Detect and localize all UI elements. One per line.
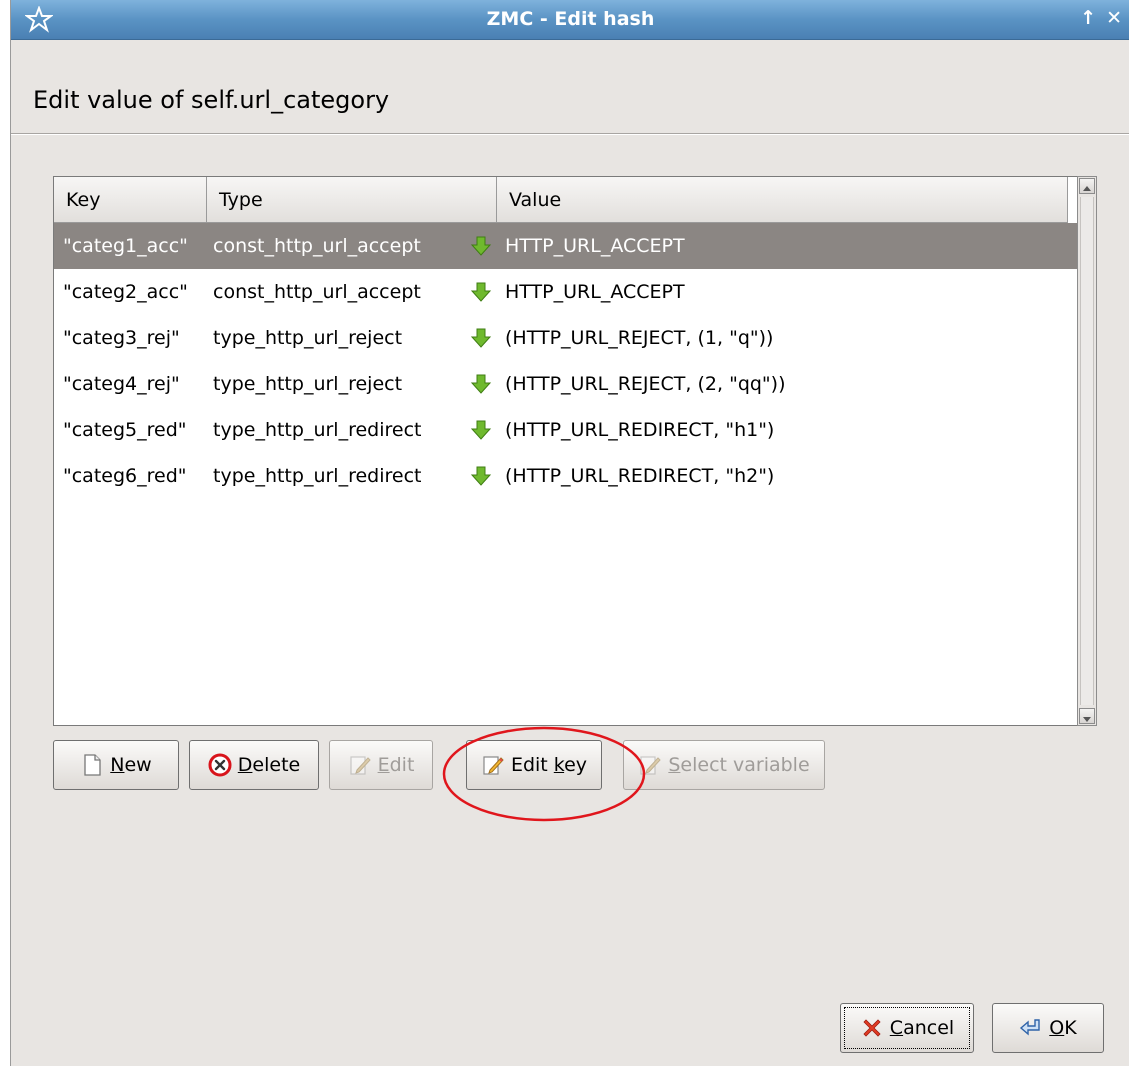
type-cell: const_http_url_accept: [213, 281, 421, 303]
key-cell: "categ5_red": [63, 419, 187, 441]
table-row[interactable]: "categ2_acc" const_http_url_accept HTTP_UR…: [54, 269, 1078, 315]
table-row[interactable]: "categ6_red" type_http_url_redirect (HTTP_…: [54, 453, 1078, 499]
restore-icon[interactable]: ↑: [1080, 7, 1096, 29]
edit-hash-dialog: ZMC - Edit hash ↑ ✕ Edit value of self.u…: [10, 0, 1129, 1066]
value-cell: HTTP_URL_ACCEPT: [505, 235, 685, 257]
value-cell: (HTTP_URL_REJECT, (2, "qq")): [505, 373, 786, 395]
title-bar[interactable]: ZMC - Edit hash ↑ ✕: [11, 0, 1129, 40]
green-down-arrow-icon[interactable]: [465, 235, 497, 257]
table-row[interactable]: "categ4_rej" type_http_url_reject (HTTP_UR…: [54, 361, 1078, 407]
scroll-down-icon: [1083, 717, 1091, 722]
key-cell: "categ6_red": [63, 465, 187, 487]
type-cell: const_http_url_accept: [213, 235, 421, 257]
green-down-arrow-icon[interactable]: [465, 281, 497, 303]
column-header-key[interactable]: Key: [54, 177, 207, 223]
delete-circle-icon: [208, 753, 232, 777]
dialog-heading: Edit value of self.url_category: [33, 86, 390, 114]
table-header: Key Type Value: [54, 177, 1078, 223]
scroll-track[interactable]: [1080, 197, 1094, 705]
type-cell: type_http_url_redirect: [213, 419, 422, 441]
table-row[interactable]: "categ5_red" type_http_url_redirect (HTTP_…: [54, 407, 1078, 453]
key-cell: "categ2_acc": [63, 281, 188, 303]
scroll-up-icon: [1083, 186, 1091, 191]
key-cell: "categ1_acc": [63, 235, 188, 257]
delete-button[interactable]: Delete: [189, 740, 319, 790]
key-cell: "categ3_rej": [63, 327, 180, 349]
type-cell: type_http_url_reject: [213, 373, 403, 395]
column-header-type[interactable]: Type: [207, 177, 497, 223]
window-title: ZMC - Edit hash: [486, 8, 655, 30]
select-variable-button[interactable]: Select variable: [623, 740, 825, 790]
new-button[interactable]: New: [53, 740, 179, 790]
table-row[interactable]: "categ1_acc" const_http_url_accept HTTP_UR…: [54, 223, 1078, 269]
table-row[interactable]: "categ3_rej" type_http_url_reject (HTTP_UR…: [54, 315, 1078, 361]
pencil-icon: [349, 756, 371, 775]
cancel-button[interactable]: Cancel: [840, 1003, 974, 1053]
green-down-arrow-icon[interactable]: [465, 327, 497, 349]
separator: [11, 133, 1129, 135]
green-down-arrow-icon[interactable]: [465, 419, 497, 441]
ok-enter-icon: [1020, 1019, 1040, 1036]
document-icon: [84, 754, 101, 776]
type-cell: type_http_url_redirect: [213, 465, 422, 487]
vertical-scrollbar[interactable]: [1077, 176, 1097, 726]
key-cell: "categ4_rej": [63, 373, 180, 395]
value-cell: HTTP_URL_ACCEPT: [505, 281, 685, 303]
edit-button[interactable]: Edit: [329, 740, 433, 790]
value-cell: (HTTP_URL_REJECT, (1, "q")): [505, 327, 774, 349]
table-body: "categ1_acc" const_http_url_accept HTTP_UR…: [54, 223, 1078, 499]
type-cell: type_http_url_reject: [213, 327, 403, 349]
scroll-up-button[interactable]: [1079, 178, 1095, 194]
value-cell: (HTTP_URL_REDIRECT, "h1"): [505, 419, 775, 441]
column-header-value[interactable]: Value: [497, 177, 1068, 223]
cancel-x-icon: [863, 1019, 881, 1037]
value-cell: (HTTP_URL_REDIRECT, "h2"): [505, 465, 775, 487]
ok-button[interactable]: OK: [992, 1003, 1104, 1053]
green-down-arrow-icon[interactable]: [465, 373, 497, 395]
green-down-arrow-icon[interactable]: [465, 465, 497, 487]
highlight-circle-annotation: [442, 726, 646, 822]
close-icon[interactable]: ✕: [1106, 7, 1122, 29]
hash-table[interactable]: Key Type Value "categ1_acc" const_http_ur…: [53, 176, 1078, 726]
scroll-down-button[interactable]: [1079, 708, 1095, 724]
